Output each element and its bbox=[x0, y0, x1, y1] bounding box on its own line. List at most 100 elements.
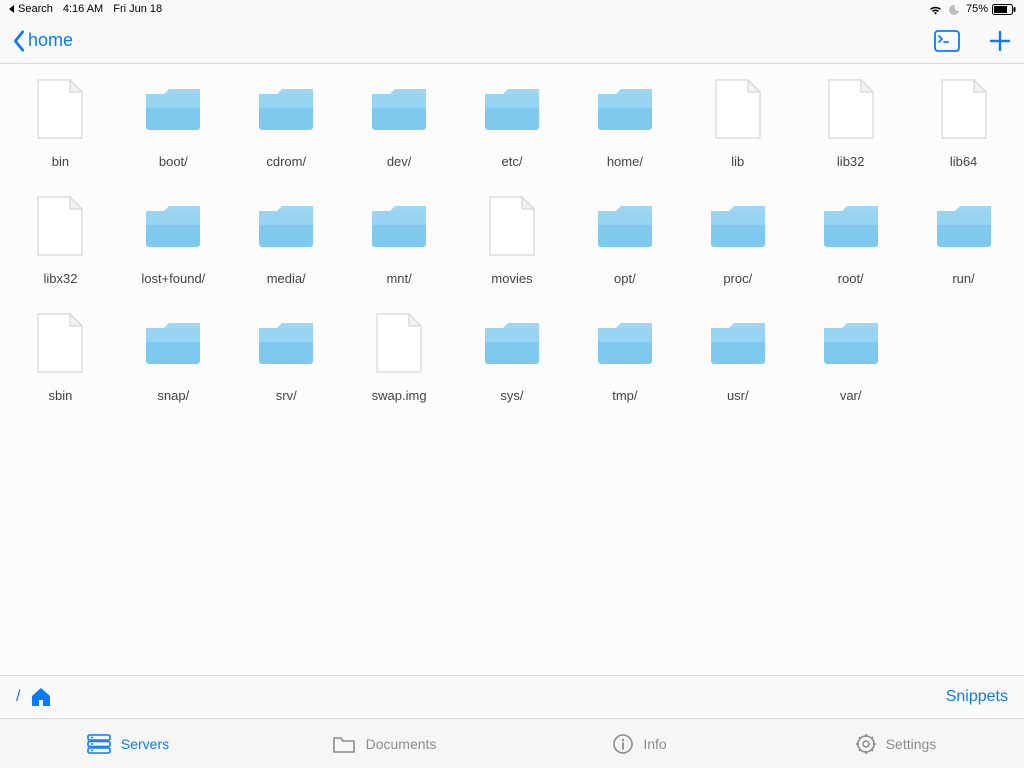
home-icon bbox=[30, 687, 52, 707]
file-label: movies bbox=[491, 271, 532, 286]
file-label: proc/ bbox=[723, 271, 752, 286]
folder-item[interactable]: media/ bbox=[230, 191, 343, 286]
file-icon bbox=[28, 191, 92, 261]
folder-item[interactable]: lost+found/ bbox=[117, 191, 230, 286]
folder-item[interactable]: run/ bbox=[907, 191, 1020, 286]
file-label: swap.img bbox=[372, 388, 427, 403]
plus-icon bbox=[988, 29, 1012, 53]
file-item[interactable]: sbin bbox=[4, 308, 117, 403]
folder-icon bbox=[367, 74, 431, 144]
file-label: opt/ bbox=[614, 271, 636, 286]
breadcrumb-home-button[interactable] bbox=[30, 687, 52, 707]
status-date: Fri Jun 18 bbox=[113, 3, 162, 15]
folder-icon bbox=[367, 191, 431, 261]
folder-item[interactable]: var/ bbox=[794, 308, 907, 403]
file-label: run/ bbox=[952, 271, 974, 286]
folder-item[interactable]: srv/ bbox=[230, 308, 343, 403]
file-label: tmp/ bbox=[612, 388, 637, 403]
folder-icon bbox=[141, 308, 205, 378]
file-item[interactable]: swap.img bbox=[343, 308, 456, 403]
breadcrumb-bar: / Snippets bbox=[0, 675, 1024, 719]
tab-documents[interactable]: Documents bbox=[256, 719, 512, 768]
file-label: lib bbox=[731, 154, 744, 169]
folder-item[interactable]: tmp/ bbox=[568, 308, 681, 403]
folder-item[interactable]: proc/ bbox=[681, 191, 794, 286]
file-grid: bin boot/cdrom/dev/etc/home/lib lib32 lib64… bbox=[0, 64, 1024, 403]
file-label: lib64 bbox=[950, 154, 977, 169]
folder-icon bbox=[141, 74, 205, 144]
status-time: 4:16 AM bbox=[63, 3, 103, 15]
file-label: var/ bbox=[840, 388, 862, 403]
servers-icon bbox=[87, 734, 111, 754]
folder-icon bbox=[706, 191, 770, 261]
file-label: media/ bbox=[267, 271, 306, 286]
folder-icon bbox=[254, 308, 318, 378]
folder-item[interactable]: boot/ bbox=[117, 74, 230, 169]
tab-servers[interactable]: Servers bbox=[0, 719, 256, 768]
breadcrumb-root[interactable]: / bbox=[16, 688, 20, 706]
file-label: bin bbox=[52, 154, 69, 169]
dnd-moon-icon bbox=[949, 4, 960, 15]
folder-item[interactable]: home/ bbox=[568, 74, 681, 169]
folder-icon bbox=[819, 191, 883, 261]
terminal-icon bbox=[934, 30, 960, 52]
nav-back-label: home bbox=[28, 30, 73, 51]
folder-icon bbox=[593, 308, 657, 378]
file-item[interactable]: lib32 bbox=[794, 74, 907, 169]
folder-item[interactable]: dev/ bbox=[343, 74, 456, 169]
file-label: root/ bbox=[838, 271, 864, 286]
info-icon bbox=[613, 734, 633, 754]
nav-back-button[interactable]: home bbox=[12, 30, 73, 52]
file-item[interactable]: lib64 bbox=[907, 74, 1020, 169]
folder-item[interactable]: cdrom/ bbox=[230, 74, 343, 169]
file-item[interactable]: lib bbox=[681, 74, 794, 169]
file-label: boot/ bbox=[159, 154, 188, 169]
folder-item[interactable]: root/ bbox=[794, 191, 907, 286]
folder-item[interactable]: snap/ bbox=[117, 308, 230, 403]
file-label: cdrom/ bbox=[266, 154, 306, 169]
folder-item[interactable]: mnt/ bbox=[343, 191, 456, 286]
status-bar: Search 4:16 AM Fri Jun 18 75% bbox=[0, 0, 1024, 18]
folder-icon bbox=[254, 74, 318, 144]
tab-servers-label: Servers bbox=[121, 736, 169, 752]
tab-info-label: Info bbox=[643, 736, 666, 752]
file-label: sys/ bbox=[500, 388, 523, 403]
wifi-icon bbox=[928, 4, 943, 15]
file-item[interactable]: libx32 bbox=[4, 191, 117, 286]
tab-documents-label: Documents bbox=[366, 736, 437, 752]
file-label: usr/ bbox=[727, 388, 749, 403]
add-button[interactable] bbox=[988, 29, 1012, 53]
snippets-button[interactable]: Snippets bbox=[946, 688, 1008, 706]
file-item[interactable]: movies bbox=[456, 191, 569, 286]
folder-icon bbox=[706, 308, 770, 378]
back-to-app-label: Search bbox=[18, 3, 53, 15]
tab-bar: Servers Documents Info bbox=[0, 719, 1024, 768]
folder-icon bbox=[141, 191, 205, 261]
file-label: libx32 bbox=[43, 271, 77, 286]
folder-item[interactable]: sys/ bbox=[456, 308, 569, 403]
terminal-button[interactable] bbox=[934, 30, 960, 52]
folder-item[interactable]: usr/ bbox=[681, 308, 794, 403]
back-arrow-icon bbox=[8, 5, 16, 13]
folder-icon bbox=[480, 308, 544, 378]
file-icon bbox=[706, 74, 770, 144]
folder-item[interactable]: opt/ bbox=[568, 191, 681, 286]
back-to-app-button[interactable]: Search bbox=[8, 3, 53, 15]
file-item[interactable]: bin bbox=[4, 74, 117, 169]
file-icon bbox=[28, 74, 92, 144]
folder-icon bbox=[819, 308, 883, 378]
tab-info[interactable]: Info bbox=[512, 719, 768, 768]
folder-icon bbox=[332, 734, 356, 754]
folder-icon bbox=[480, 74, 544, 144]
battery-icon bbox=[992, 4, 1016, 15]
gear-icon bbox=[856, 734, 876, 754]
file-label: lib32 bbox=[837, 154, 864, 169]
folder-icon bbox=[254, 191, 318, 261]
folder-item[interactable]: etc/ bbox=[456, 74, 569, 169]
file-label: srv/ bbox=[276, 388, 297, 403]
file-label: lost+found/ bbox=[141, 271, 205, 286]
folder-icon bbox=[593, 191, 657, 261]
tab-settings[interactable]: Settings bbox=[768, 719, 1024, 768]
file-label: dev/ bbox=[387, 154, 412, 169]
tab-settings-label: Settings bbox=[886, 736, 937, 752]
